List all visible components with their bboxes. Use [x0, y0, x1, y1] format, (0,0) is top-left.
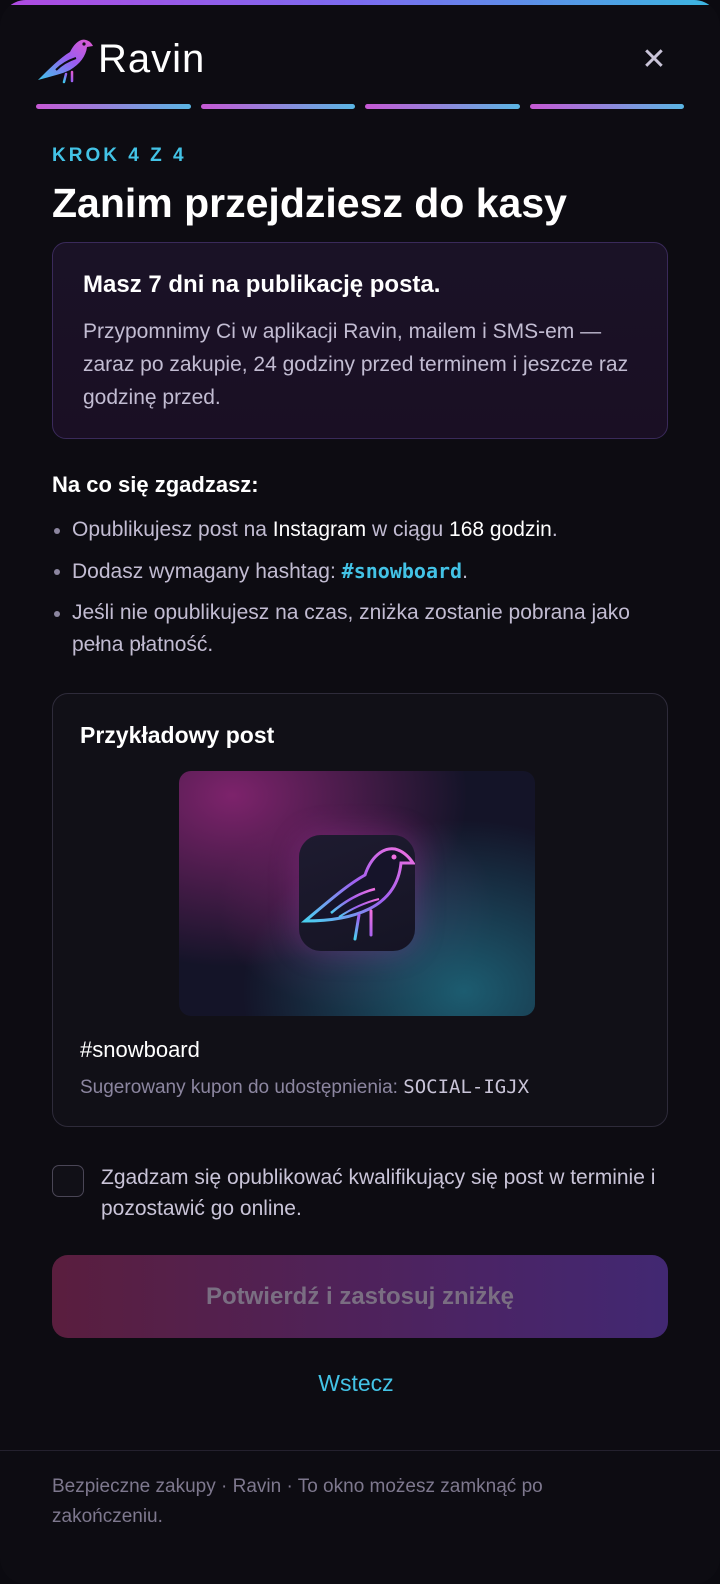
sample-post-card: Przykładowy post #snowboard Sugerowany k…: [52, 693, 668, 1127]
modal-header: Ravin ✕: [36, 34, 684, 86]
suggested-coupon: Sugerowany kupon do udostępnienia: SOCIA…: [80, 1076, 530, 1098]
confirm-button-label[interactable]: Potwierdź i zastosuj zniżkę: [206, 1283, 514, 1311]
sample-post-heading: Przykładowy post: [80, 722, 275, 748]
progress-segment-3: [365, 104, 520, 109]
agreement-list: Opublikujesz post na Instagram w ciągu 1…: [52, 514, 672, 670]
checkout-modal: Ravin ✕ KROK 4 Z 4 Zanim przejdziesz do …: [0, 0, 720, 1584]
agreement-item-penalty: Jeśli nie opublikujesz na czas, zniżka z…: [52, 597, 672, 661]
close-icon[interactable]: ✕: [641, 43, 666, 76]
step-progress: [36, 104, 684, 109]
coupon-code: SOCIAL-IGJX: [403, 1076, 530, 1098]
progress-segment-1: [36, 104, 191, 109]
page-title: Zanim przejdziesz do kasy: [52, 180, 567, 226]
info-card-heading: Masz 7 dni na publikację posta.: [83, 271, 441, 298]
step-indicator: KROK 4 Z 4: [52, 145, 187, 166]
raven-icon: [38, 39, 93, 84]
confirm-apply-discount-button[interactable]: Potwierdź i zastosuj zniżkę: [52, 1255, 668, 1338]
app-icon: [299, 835, 416, 951]
consent-checkbox[interactable]: [52, 1165, 84, 1197]
sample-post-image: [179, 771, 535, 1016]
agreement-item-hashtag: Dodasz wymagany hashtag: #snowboard.: [52, 555, 672, 588]
close-button[interactable]: ✕: [640, 43, 668, 76]
info-card-body: Przypomnimy Ci w aplikacji Ravin, mailem…: [83, 320, 629, 409]
progress-segment-4: [529, 104, 684, 109]
top-gradient-bar: [0, 0, 720, 5]
required-hashtag: #snowboard: [341, 559, 463, 583]
footer-text: Bezpieczne zakupy · Ravin · To okno może…: [52, 1476, 543, 1527]
sample-post-hashtag: #snowboard: [80, 1037, 200, 1062]
agreement-heading: Na co się zgadzasz:: [52, 472, 259, 497]
consent-label[interactable]: Zgadzam się opublikować kwalifikujący si…: [101, 1162, 661, 1224]
reminder-info-card: Masz 7 dni na publikację posta. Przypomn…: [52, 242, 668, 439]
agreement-item-publish: Opublikujesz post na Instagram w ciągu 1…: [52, 514, 672, 546]
brand-name: Ravin: [98, 37, 206, 81]
footer-divider: [0, 1450, 720, 1451]
progress-segment-2: [200, 104, 355, 109]
back-button[interactable]: Wstecz: [0, 1370, 712, 1397]
raven-icon: [300, 847, 416, 941]
